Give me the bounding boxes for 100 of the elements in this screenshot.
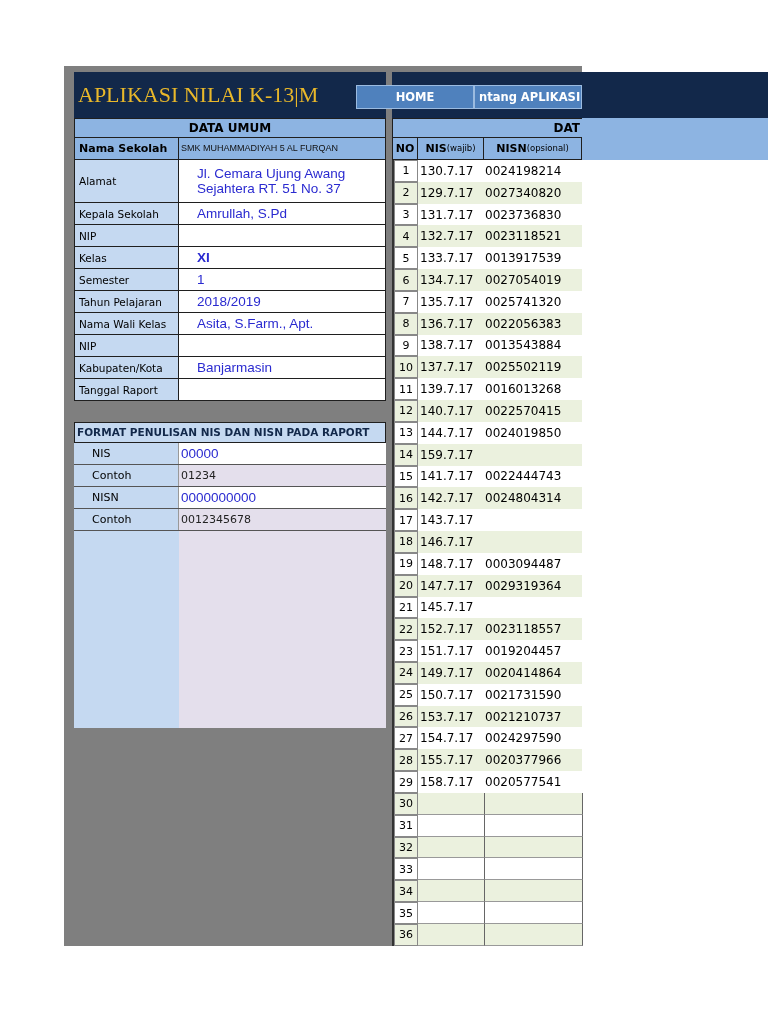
table-cell[interactable]: 0020414864 [485, 662, 583, 684]
table-cell[interactable]: 0024019850 [485, 421, 583, 444]
row-number: 28 [394, 749, 418, 772]
table-cell[interactable] [485, 902, 583, 924]
table-cell[interactable]: 138.7.17 [418, 334, 485, 357]
row-number: 14 [394, 443, 418, 466]
row-number: 33 [394, 858, 418, 881]
field-label: Contoh [74, 465, 179, 486]
row-number: 29 [394, 771, 418, 793]
row-number: 19 [394, 552, 418, 575]
field-value[interactable]: 01234 [179, 465, 386, 486]
row-number: 34 [394, 880, 418, 903]
row-number: 6 [394, 269, 418, 291]
table-cell[interactable]: 0023118557 [485, 618, 583, 641]
table-cell[interactable]: 139.7.17 [418, 378, 485, 401]
table-cell[interactable]: 0003094487 [485, 552, 583, 575]
row-number: 11 [394, 378, 418, 401]
table-cell[interactable]: 155.7.17 [418, 749, 485, 772]
table-cell[interactable]: 0019204457 [485, 640, 583, 662]
table-cell[interactable] [418, 814, 485, 837]
table-cell[interactable]: 0029319364 [485, 574, 583, 597]
row-number: 21 [394, 596, 418, 619]
row-number: 22 [394, 618, 418, 641]
column-header: NIS(wajib) [418, 137, 484, 159]
table-cell[interactable] [418, 792, 485, 815]
row-number: 2 [394, 181, 418, 204]
table-cell[interactable]: 150.7.17 [418, 683, 485, 706]
table-cell[interactable]: 0027054019 [485, 269, 583, 291]
table-cell[interactable]: 140.7.17 [418, 400, 485, 422]
table-cell[interactable]: 0013917539 [485, 247, 583, 270]
nav-button[interactable]: ntang APLIKASI [474, 85, 582, 109]
nav-button[interactable]: HOME [356, 85, 474, 109]
table-cell[interactable]: 158.7.17 [418, 771, 485, 793]
table-cell[interactable]: 129.7.17 [418, 181, 485, 204]
table-cell[interactable]: 0023736830 [485, 203, 583, 226]
table-cell[interactable]: 135.7.17 [418, 290, 485, 313]
section-header: FORMAT PENULISAN NIS DAN NISN PADA RAPORT [74, 422, 386, 443]
table-cell[interactable]: 143.7.17 [418, 509, 485, 532]
row-number: 32 [394, 836, 418, 859]
table-cell[interactable] [485, 792, 583, 815]
table-cell[interactable]: 0024804314 [485, 487, 583, 510]
table-cell[interactable]: 133.7.17 [418, 247, 485, 270]
app-title: APLIKASI NILAI K-13|M [78, 82, 319, 108]
row-number: 31 [394, 814, 418, 837]
table-cell[interactable]: 153.7.17 [418, 705, 485, 728]
section-header: DAT [553, 120, 580, 135]
table-cell[interactable]: 0022570415 [485, 400, 583, 422]
table-cell[interactable] [418, 902, 485, 924]
field-value[interactable]: 0000000000 [179, 487, 386, 508]
table-cell[interactable]: 130.7.17 [418, 159, 485, 182]
table-cell[interactable]: 0020577541 [485, 771, 583, 793]
table-cell[interactable]: 149.7.17 [418, 662, 485, 684]
field-value[interactable]: 00000 [179, 443, 386, 464]
row-number: 24 [394, 662, 418, 684]
table-cell[interactable] [485, 923, 583, 946]
column-header: NO [393, 137, 418, 159]
table-cell[interactable]: 137.7.17 [418, 356, 485, 379]
table-cell[interactable]: 134.7.17 [418, 269, 485, 291]
section-header: DATA UMUM [74, 118, 386, 138]
table-cell[interactable]: 144.7.17 [418, 421, 485, 444]
row-number: 18 [394, 531, 418, 553]
column-header: NISN(opsional) [484, 137, 582, 159]
table-cell[interactable]: 131.7.17 [418, 203, 485, 226]
row-number: 3 [394, 203, 418, 226]
table-cell[interactable]: 0025741320 [485, 290, 583, 313]
table-cell[interactable]: 154.7.17 [418, 727, 485, 750]
table-cell[interactable]: 142.7.17 [418, 487, 485, 510]
table-cell[interactable]: 0022444743 [485, 465, 583, 488]
row-number: 15 [394, 465, 418, 488]
table-cell[interactable]: 0022056383 [485, 312, 583, 335]
table-cell[interactable]: 132.7.17 [418, 225, 485, 248]
table-cell[interactable]: 0023118521 [485, 225, 583, 248]
row-number: 25 [394, 683, 418, 706]
table-cell[interactable]: 141.7.17 [418, 465, 485, 488]
table-cell[interactable]: 0024297590 [485, 727, 583, 750]
row-number: 4 [394, 225, 418, 248]
table-cell[interactable]: 0024198214 [485, 159, 583, 182]
row-number: 16 [394, 487, 418, 510]
table-cell[interactable]: 145.7.17 [418, 596, 485, 619]
table-cell[interactable] [485, 814, 583, 837]
row-number: 27 [394, 727, 418, 750]
table-cell[interactable]: 147.7.17 [418, 574, 485, 597]
table-cell[interactable]: 0021731590 [485, 683, 583, 706]
table-cell[interactable]: 146.7.17 [418, 531, 485, 553]
table-cell[interactable]: 0027340820 [485, 181, 583, 204]
table-cell[interactable]: 136.7.17 [418, 312, 485, 335]
row-number: 13 [394, 421, 418, 444]
row-number: 9 [394, 334, 418, 357]
field-label: NIS [74, 443, 179, 464]
table-cell[interactable]: 0021210737 [485, 705, 583, 728]
table-cell[interactable]: 151.7.17 [418, 640, 485, 662]
table-cell[interactable]: 152.7.17 [418, 618, 485, 641]
table-cell[interactable]: 148.7.17 [418, 552, 485, 575]
table-cell[interactable]: 0016013268 [485, 378, 583, 401]
table-cell[interactable]: 0020377966 [485, 749, 583, 772]
table-cell[interactable]: 0013543884 [485, 334, 583, 357]
table-cell[interactable] [418, 923, 485, 946]
table-cell[interactable]: 159.7.17 [418, 443, 485, 466]
field-value[interactable]: 0012345678 [179, 509, 386, 530]
table-cell[interactable]: 0025502119 [485, 356, 583, 379]
